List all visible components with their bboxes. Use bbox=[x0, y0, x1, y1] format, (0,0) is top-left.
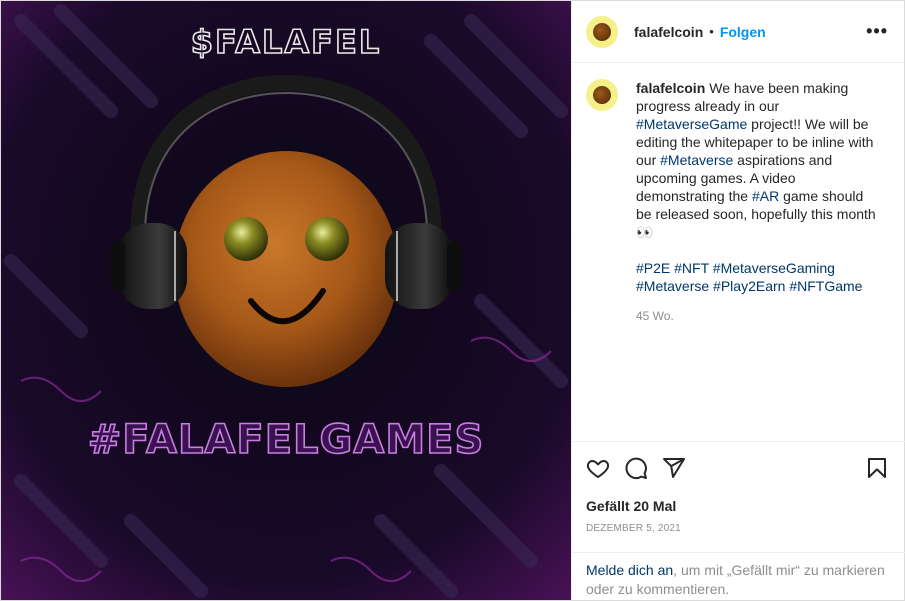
separator-dot: • bbox=[709, 24, 714, 39]
hashtag-list: #P2E #NFT #MetaverseGaming #Metaverse #P… bbox=[636, 259, 876, 295]
hashtag-link[interactable]: #MetaverseGaming bbox=[713, 260, 835, 276]
caption-username[interactable]: falafelcoin bbox=[636, 80, 705, 96]
likes-count[interactable]: Gefällt 20 Mal bbox=[586, 498, 893, 514]
hashtag-link[interactable]: #P2E bbox=[636, 260, 670, 276]
bookmark-icon[interactable] bbox=[865, 456, 889, 480]
login-link[interactable]: Melde dich an bbox=[586, 562, 673, 578]
falafel-avatar-icon bbox=[593, 86, 611, 104]
caption-area: falafelcoin We have been making progress … bbox=[572, 63, 905, 441]
avatar[interactable] bbox=[586, 15, 618, 48]
caption-text: falafelcoin We have been making progress … bbox=[636, 79, 876, 241]
comment-icon[interactable] bbox=[624, 456, 648, 480]
post-sidebar: falafelcoin • Folgen ••• falafelcoin We h… bbox=[571, 1, 905, 600]
login-prompt: Melde dich an, um mit „Gefällt mir“ zu m… bbox=[572, 552, 905, 600]
hashtag-link[interactable]: #Metaverse bbox=[660, 152, 733, 168]
action-bar: Gefällt 20 Mal DEZEMBER 5, 2021 bbox=[572, 441, 905, 534]
hashtag-link[interactable]: #Play2Earn bbox=[713, 278, 785, 294]
hashtag-link[interactable]: #AR bbox=[752, 188, 779, 204]
post-image[interactable]: $FALAFEL #FALAFELGAMES bbox=[1, 1, 571, 600]
share-icon[interactable] bbox=[662, 456, 686, 480]
instagram-post: $FALAFEL #FALAFELGAMES falafelcoin • Fol… bbox=[0, 0, 905, 601]
coin-title: $FALAFEL bbox=[191, 23, 381, 61]
falafel-avatar-icon bbox=[593, 22, 611, 41]
hashtag-link[interactable]: #NFTGame bbox=[789, 278, 862, 294]
post-header: falafelcoin • Folgen ••• bbox=[572, 1, 904, 63]
games-hashtag-title: #FALAFELGAMES bbox=[88, 417, 485, 463]
more-horizontal-icon[interactable]: ••• bbox=[866, 21, 888, 42]
post-age[interactable]: 45 Wo. bbox=[636, 309, 876, 323]
hashtag-link[interactable]: #MetaverseGame bbox=[636, 116, 747, 132]
username[interactable]: falafelcoin bbox=[634, 24, 703, 40]
caption-avatar[interactable] bbox=[586, 79, 618, 111]
falafel-ball bbox=[174, 151, 398, 387]
hashtag-link[interactable]: #NFT bbox=[674, 260, 709, 276]
heart-icon[interactable] bbox=[586, 456, 610, 480]
post-date: DEZEMBER 5, 2021 bbox=[586, 523, 681, 534]
falafel-artwork: $FALAFEL #FALAFELGAMES bbox=[1, 1, 571, 600]
follow-button[interactable]: Folgen bbox=[720, 24, 766, 40]
hashtag-link[interactable]: #Metaverse bbox=[636, 278, 709, 294]
